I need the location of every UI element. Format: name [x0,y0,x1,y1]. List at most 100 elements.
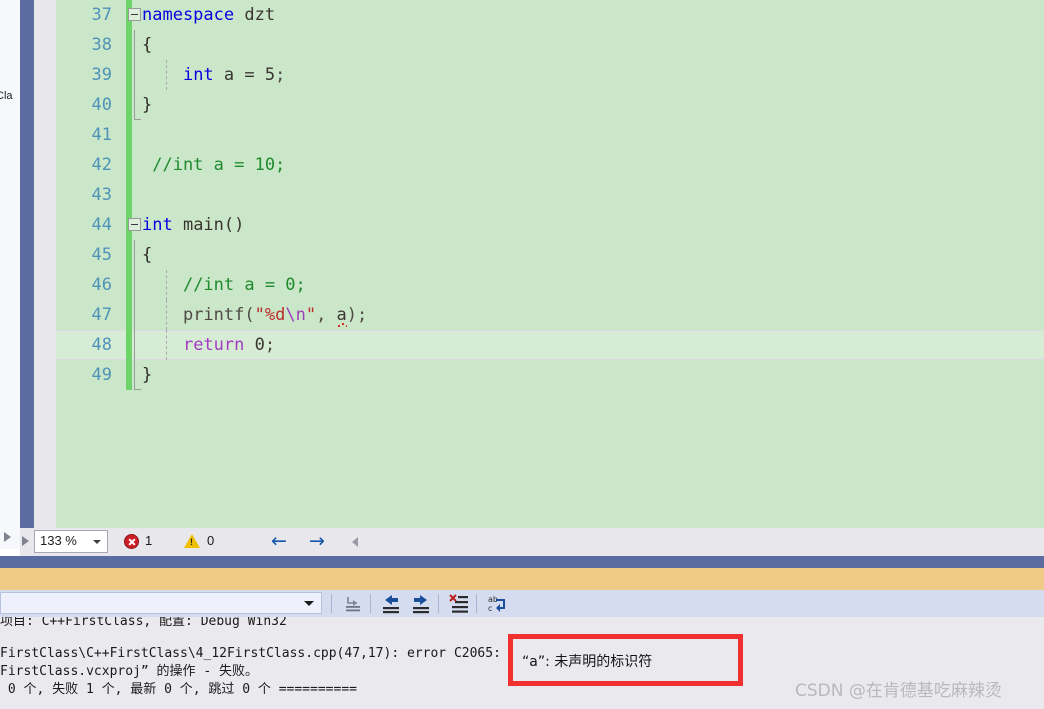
code-token: dzt [244,5,276,25]
editor-status-bar: 133 % 1 0 ← → [20,528,1044,556]
code-token: } [142,95,153,115]
code-token: printf( [182,305,255,325]
code-line[interactable]: 45 { [56,240,1044,270]
code-token: " [305,305,317,325]
zoom-level-value: 133 % [40,533,77,548]
code-editor[interactable]: 37 namespace dzt 38 {39 int a = 5; 40} 41 42 /… [34,0,1044,528]
code-line[interactable]: 39 int a = 5; [56,60,1044,90]
change-bar [126,30,132,60]
error-message-highlight-box: “a”: 未声明的标识符 [508,634,743,686]
line-number: 46 [91,275,112,295]
code-line[interactable]: 43 [56,180,1044,210]
code-line[interactable]: 38 { [56,30,1044,60]
block-structure-line [134,360,141,390]
triangle-left-icon[interactable] [352,537,358,547]
code-token: } [142,365,153,385]
code-token: ; [275,65,286,85]
change-bar [126,150,132,180]
line-number: 38 [91,35,112,55]
output-toolbar: ab c [0,590,1044,617]
code-text: } [134,360,1044,390]
left-dock-strip: Cla [0,0,20,549]
code-line[interactable]: 42 //int a = 10; [56,150,1044,180]
code-token: 0 [254,335,265,355]
arrow-left-lines-icon [383,595,399,614]
line-number: 41 [91,125,112,145]
line-number: 49 [91,365,112,385]
word-wrap-icon: ab c [488,595,505,613]
block-structure-line [134,270,135,300]
line-number: 45 [91,245,112,265]
find-message-source-icon [346,597,360,612]
toolbar-separator [331,594,332,613]
error-message-text: “a”: 未声明的标识符 [522,654,653,670]
output-line: 项目: C++FirstClass, 配置: Debug Win32 [0,617,287,629]
code-line[interactable]: 44 int main() [56,210,1044,240]
output-source-combobox[interactable] [0,592,322,614]
warning-count: 0 [207,533,215,548]
arrow-left-icon[interactable]: ← [267,531,291,553]
code-token: int [182,65,214,85]
clear-all-button[interactable] [446,592,472,615]
chevron-down-icon[interactable] [304,601,314,606]
code-token: //int a = 10; [142,155,286,175]
change-bar [126,300,132,330]
line-number: 42 [91,155,112,175]
code-line[interactable]: 48 return 0; [56,330,1044,360]
output-line: FirstClass\C++FirstClass\4_12FirstClass.… [0,646,501,661]
toolbar-separator [476,594,477,613]
code-text: //int a = 10; [142,150,1044,180]
change-bar [126,90,132,120]
code-line[interactable]: 47 printf("%d\n", a); [56,300,1044,330]
change-bar [126,360,132,390]
chevron-down-icon[interactable] [93,540,101,544]
change-bar [126,330,132,360]
find-message-source-button[interactable] [340,592,366,615]
code-token: \n [285,305,306,325]
code-line[interactable]: 46 //int a = 0; [56,270,1044,300]
code-text: { [134,30,1044,60]
code-token: { [142,35,153,55]
line-number: 44 [91,215,112,235]
zoom-level-combobox[interactable]: 133 % [34,530,108,553]
toolbar-separator [370,594,371,613]
toggle-word-wrap-button[interactable]: ab c [484,592,510,615]
code-token: namespace [142,5,235,25]
code-line-list: 37 namespace dzt 38 {39 int a = 5; 40} 41 42 /… [56,0,1044,390]
go-to-previous-message-button[interactable] [378,592,404,615]
triangle-right-icon[interactable] [22,536,29,546]
code-token: a [336,300,348,330]
class-view-tab[interactable]: Cla [0,90,13,102]
line-number: 43 [91,185,112,205]
collapse-minus-icon[interactable] [128,218,141,231]
block-structure-line [134,90,141,120]
block-structure-line [134,330,135,360]
code-token: ; [264,335,276,355]
change-bar [126,180,132,210]
collapse-minus-icon[interactable] [128,8,141,21]
triangle-right-icon[interactable] [4,532,11,542]
code-line[interactable]: 40} [56,90,1044,120]
go-to-next-message-button[interactable] [408,592,434,615]
code-line[interactable]: 37 namespace dzt [56,0,1044,30]
change-bar [126,120,132,150]
change-bar [126,270,132,300]
code-token: a = [213,65,265,85]
editor-surface[interactable]: 37 namespace dzt 38 {39 int a = 5; 40} 41 42 /… [56,0,1044,528]
block-structure-line [134,240,135,270]
indicator-margin[interactable] [34,0,56,528]
indent-guide [166,60,167,90]
arrow-right-icon[interactable]: → [305,531,329,553]
indent-guide [166,270,167,300]
svg-text:c: c [488,604,492,613]
toolbar-separator [438,594,439,613]
code-line[interactable]: 41 [56,120,1044,150]
code-line[interactable]: 49} [56,360,1044,390]
code-token: int [142,215,173,235]
